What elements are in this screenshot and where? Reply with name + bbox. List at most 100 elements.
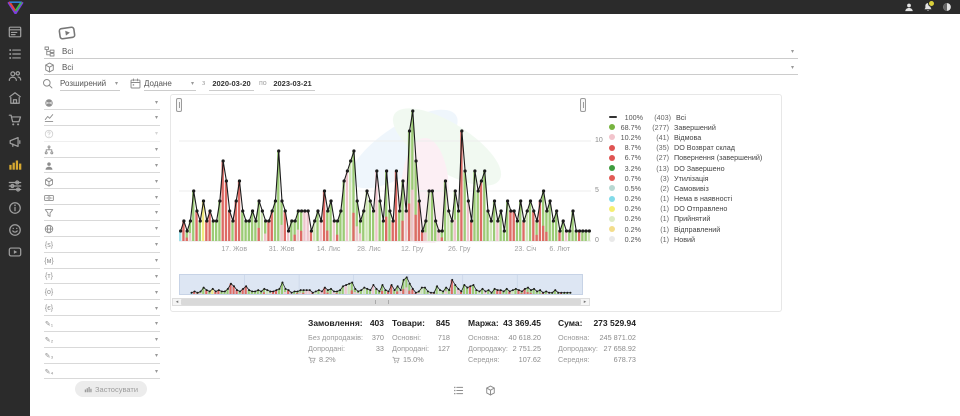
utm-term-filter-dropdown[interactable]: {т}▾ (44, 270, 160, 284)
stat-value: 403 (370, 318, 384, 328)
legend-item[interactable]: 0.5%(2)Самовивіз (609, 183, 777, 193)
chevron-down-icon: ▾ (791, 49, 794, 55)
product-filter-dropdown[interactable]: ▾ (44, 175, 160, 189)
manager-filter-dropdown[interactable]: ▾ (44, 159, 160, 173)
scroll-left-icon[interactable]: ◂ (173, 299, 181, 305)
legend-count: (1) (641, 204, 669, 213)
sidebar-item-orders[interactable] (8, 47, 22, 61)
dynamics-filter-dropdown[interactable]: ▾ (44, 112, 160, 126)
stat-sub-label: Основна: (558, 332, 589, 343)
date-field-dropdown[interactable]: Додане ▾ (144, 77, 196, 91)
chevron-down-icon: ▾ (155, 226, 160, 232)
custom-field-3-filter-dropdown[interactable]: ✎₃▾ (44, 350, 160, 364)
legend-item[interactable]: 100%(403)Всі (609, 112, 777, 122)
payment-filter-dropdown[interactable]: ▾ (44, 191, 160, 205)
date-from-input[interactable]: 2020-03-20 (209, 77, 254, 91)
date-to-input[interactable]: 2023-03-21 (270, 77, 315, 91)
legend-label: DO Отправлено (674, 204, 727, 213)
custom-field-1-filter-dropdown[interactable]: ✎₁▾ (44, 318, 160, 332)
structure-filter-dropdown[interactable]: ▾ (44, 144, 160, 158)
notifications-icon[interactable] (923, 2, 933, 12)
legend-percent: 0.2% (615, 194, 641, 203)
utm-content-filter-dropdown[interactable]: {о}▾ (44, 286, 160, 300)
funnel-filter-dropdown[interactable]: ▾ (44, 207, 160, 221)
source-dropdown-value: Всі (62, 47, 73, 56)
stat-sub-row: Без допродажів:370 (308, 332, 384, 343)
legend-item[interactable]: 0.2%(1) DO Отправлено (609, 204, 777, 214)
sidebar-item-store[interactable] (8, 91, 22, 105)
stat-sub-label: Допродані: (308, 343, 345, 354)
source-dropdown[interactable]: Всі ▾ (44, 45, 798, 59)
legend-item[interactable]: 10.2%(41)Відмова (609, 132, 777, 142)
status-filter-dropdown[interactable]: ▾ (44, 96, 160, 110)
profile-icon[interactable] (942, 2, 952, 12)
x-tick-label: 6. Лют (543, 246, 577, 253)
chevron-down-icon: ▾ (155, 115, 160, 121)
app-sidebar (0, 14, 30, 416)
navigator-right-handle[interactable] (580, 98, 586, 112)
scrollbar-thumb[interactable] (181, 299, 581, 305)
search-mode-dropdown[interactable]: Розширений ▾ (60, 77, 120, 91)
chevron-down-icon: ▾ (155, 195, 160, 201)
sidebar-item-analytics[interactable] (8, 157, 22, 171)
upsell-share-value: 8.2% (319, 354, 336, 365)
legend-percent: 0.2% (615, 204, 641, 213)
legend-percent: 0.2% (615, 214, 641, 223)
topbar-icons (904, 2, 952, 12)
utm-source-filter-icon: {s} (44, 242, 54, 249)
custom-field-4-filter-icon: ✎₄ (44, 368, 54, 376)
utm-campaign-filter-dropdown[interactable]: {є}▾ (44, 302, 160, 316)
utm-medium-filter-dropdown[interactable]: {м}▾ (44, 255, 160, 269)
chart-navigator[interactable] (179, 274, 583, 295)
chevron-down-icon: ▾ (791, 65, 794, 71)
custom-field-2-filter-dropdown[interactable]: ✎₂▾ (44, 334, 160, 348)
legend-item[interactable]: 8.7%(35) DO Возврат склад (609, 143, 777, 153)
orders-chart[interactable] (179, 101, 591, 243)
chart-scrollbar[interactable]: ◂ ▸ (172, 298, 590, 306)
legend-count: (1) (641, 225, 669, 234)
products-view-toggle-icon[interactable] (485, 385, 496, 396)
product-dropdown[interactable]: Всі ▾ (44, 61, 798, 75)
chevron-down-icon: ▾ (155, 369, 160, 375)
sidebar-item-support[interactable] (8, 223, 22, 237)
upsell-share-row: 15.0% (392, 354, 450, 365)
chevron-down-icon: ▾ (155, 131, 160, 137)
legend-item[interactable]: 0.2%(1)Відправлений (609, 224, 777, 234)
apply-filters-button[interactable]: Застосувати (75, 381, 147, 397)
utm-term-filter-icon: {т} (44, 273, 54, 280)
scroll-right-icon[interactable]: ▸ (581, 299, 589, 305)
legend-percent: 8.7% (615, 143, 641, 152)
source-filter-dropdown[interactable]: ▾ (44, 223, 160, 237)
legend-item[interactable]: 0.2%(1)Новий (609, 234, 777, 244)
sidebar-item-info[interactable] (8, 201, 22, 215)
account-icon[interactable] (904, 2, 914, 12)
utm-source-filter-dropdown[interactable]: {s}▾ (44, 239, 160, 253)
custom-field-4-filter-dropdown[interactable]: ✎₄ ▾ (44, 365, 160, 379)
sidebar-item-dashboard[interactable] (8, 25, 22, 39)
sidebar-item-marketing[interactable] (8, 135, 22, 149)
legend-item[interactable]: 68.7%(277)Завершений (609, 122, 777, 132)
legend-item[interactable]: 0.7%(3)Утилізація (609, 173, 777, 183)
sidebar-item-video[interactable] (8, 245, 22, 259)
legend-item[interactable]: 6.7%(27)Повернення (завершений) (609, 153, 777, 163)
stat-sub-label: Основні: (392, 332, 421, 343)
sidebar-item-settings[interactable] (8, 179, 22, 193)
date-to-label: по (259, 80, 267, 87)
legend-item[interactable]: 0.2%(1)Нема в наявності (609, 194, 777, 204)
stat-sub-label: Допродажу: (558, 343, 598, 354)
legend-count: (35) (641, 143, 669, 152)
video-help-icon[interactable] (54, 22, 80, 43)
sidebar-item-customers[interactable] (8, 69, 22, 83)
app-logo-icon[interactable] (7, 1, 24, 14)
legend-item[interactable]: 0.2%(1)Прийнятий (609, 214, 777, 224)
legend-label: DO Возврат склад (674, 143, 735, 152)
orders-view-toggle-icon[interactable] (453, 385, 464, 396)
trend-icon (44, 113, 54, 123)
unknown-filter-dropdown[interactable]: ▾ (44, 128, 160, 142)
utm-campaign-filter-icon: {є} (44, 305, 54, 312)
calendar-icon[interactable] (130, 78, 141, 89)
navigator-left-handle[interactable] (176, 98, 182, 112)
legend-item[interactable]: 3.2%(13)DO Завершено (609, 163, 777, 173)
search-icon[interactable] (42, 78, 53, 89)
sidebar-item-cart[interactable] (8, 113, 22, 127)
